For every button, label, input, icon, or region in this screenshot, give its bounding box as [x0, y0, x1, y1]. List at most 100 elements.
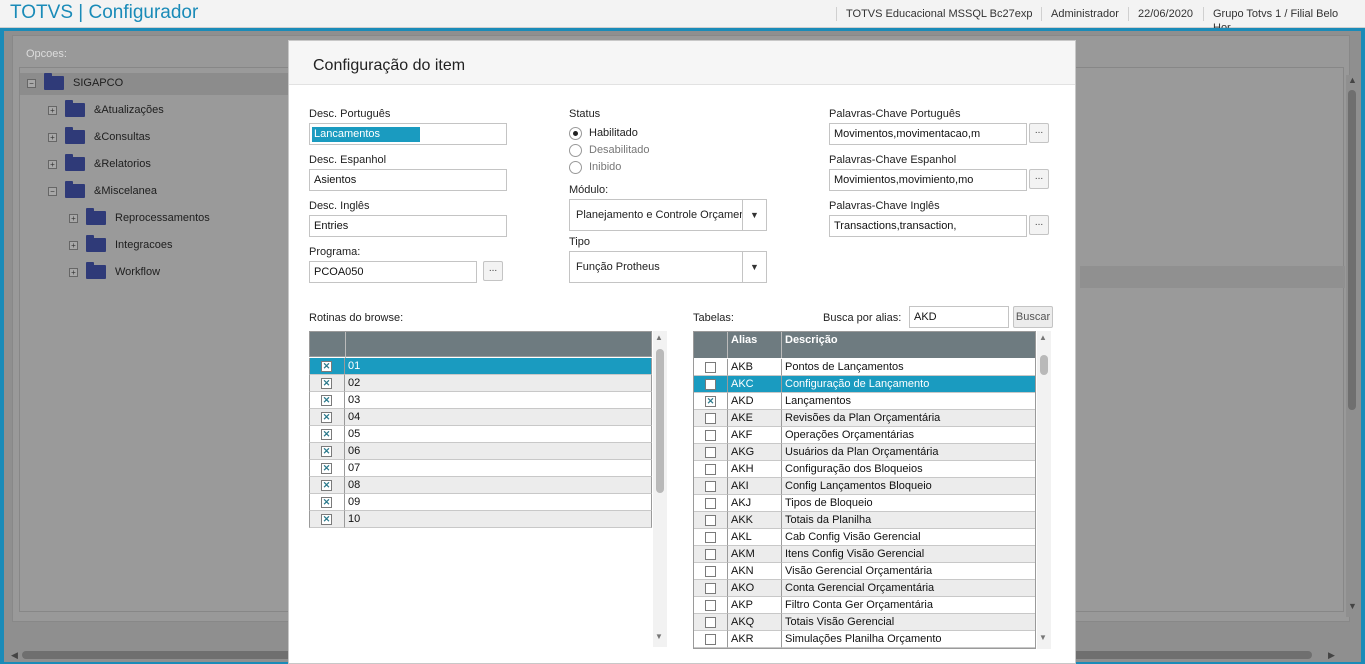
tabela-row[interactable]: AKQ Totais Visão Gerencial [694, 614, 1035, 631]
kw-es-input[interactable]: Movimientos,movimiento,mo [829, 169, 1027, 191]
kw-en-input[interactable]: Transactions,transaction, [829, 215, 1027, 237]
tabela-check-cell[interactable] [694, 495, 728, 512]
tabela-check-cell[interactable] [694, 512, 728, 529]
tabela-row[interactable]: AKF Operações Orçamentárias [694, 427, 1035, 444]
checkbox-unchecked-icon[interactable] [705, 413, 716, 424]
checkbox-checked-icon[interactable]: ✕ [321, 395, 332, 406]
rotina-check-cell[interactable]: ✕ [309, 477, 345, 494]
programa-input[interactable]: PCOA050 [309, 261, 477, 283]
tabela-row[interactable]: AKB Pontos de Lançamentos [694, 359, 1035, 376]
rotinas-scrollbar[interactable]: ▲ ▼ [653, 331, 667, 647]
alias-column-header[interactable]: Alias [728, 332, 782, 358]
rotina-check-cell[interactable]: ✕ [309, 358, 345, 375]
tabela-row[interactable]: AKG Usuários da Plan Orçamentária [694, 444, 1035, 461]
tabela-row[interactable]: ✕ AKD Lançamentos [694, 393, 1035, 410]
rotina-row[interactable]: ✕ 06 [309, 443, 652, 460]
busca-alias-input[interactable]: AKD [909, 306, 1009, 328]
tabela-check-cell[interactable] [694, 444, 728, 461]
rotina-check-cell[interactable]: ✕ [309, 460, 345, 477]
checkbox-unchecked-icon[interactable] [705, 617, 716, 628]
checkbox-unchecked-icon[interactable] [705, 447, 716, 458]
scroll-left-icon[interactable]: ◀ [11, 650, 18, 661]
kw-en-lookup-button[interactable]: ... [1029, 215, 1049, 235]
rotina-row[interactable]: ✕ 09 [309, 494, 652, 511]
checkbox-checked-icon[interactable]: ✕ [321, 378, 332, 389]
expand-icon[interactable]: + [69, 213, 78, 223]
chevron-down-icon[interactable]: ▼ [742, 252, 766, 282]
tabela-check-cell[interactable] [694, 580, 728, 597]
tabela-row[interactable]: AKJ Tipos de Bloqueio [694, 495, 1035, 512]
rotina-row[interactable]: ✕ 01 [309, 358, 652, 375]
expand-icon[interactable]: + [48, 105, 57, 115]
rotina-row[interactable]: ✕ 07 [309, 460, 652, 477]
tabela-check-cell[interactable] [694, 563, 728, 580]
tabela-row[interactable]: AKM Itens Config Visão Gerencial [694, 546, 1035, 563]
scrollbar-thumb[interactable] [1040, 355, 1048, 375]
tree-item[interactable]: + &Consultas [48, 127, 150, 146]
scrollbar-thumb[interactable] [656, 349, 664, 493]
rotina-check-cell[interactable]: ✕ [309, 443, 345, 460]
tree-item[interactable]: − &Miscelanea [48, 181, 157, 200]
tabela-check-cell[interactable] [694, 597, 728, 614]
kw-es-lookup-button[interactable]: ... [1029, 169, 1049, 189]
workspace-vertical-scrollbar[interactable]: ▲ ▼ [1346, 75, 1358, 617]
collapse-icon[interactable]: − [27, 78, 36, 88]
status-habilitado-radio[interactable]: Habilitado [569, 126, 638, 140]
tabelas-scrollbar[interactable]: ▲ ▼ [1037, 331, 1051, 649]
checkbox-unchecked-icon[interactable] [705, 600, 716, 611]
scroll-down-icon[interactable]: ▼ [1348, 601, 1357, 611]
rotina-row[interactable]: ✕ 03 [309, 392, 652, 409]
checkbox-checked-icon[interactable]: ✕ [321, 463, 332, 474]
rotina-check-cell[interactable]: ✕ [309, 375, 345, 392]
expand-icon[interactable]: + [48, 159, 57, 169]
status-desabilitado-radio[interactable]: Desabilitado [569, 143, 650, 157]
desc-en-input[interactable]: Entries [309, 215, 507, 237]
tabela-row[interactable]: AKN Visão Gerencial Orçamentária [694, 563, 1035, 580]
rotina-check-cell[interactable]: ✕ [309, 494, 345, 511]
rotina-row[interactable]: ✕ 08 [309, 477, 652, 494]
tabela-check-cell[interactable] [694, 410, 728, 427]
tabela-row[interactable]: AKO Conta Gerencial Orçamentária [694, 580, 1035, 597]
checkbox-checked-icon[interactable]: ✕ [705, 396, 716, 407]
tree-item[interactable]: + &Atualizações [48, 100, 164, 119]
rotina-check-cell[interactable]: ✕ [309, 511, 345, 528]
collapse-icon[interactable]: − [48, 186, 57, 196]
tabela-row[interactable]: AKI Config Lançamentos Bloqueio [694, 478, 1035, 495]
scrollbar-thumb[interactable] [1348, 90, 1356, 410]
tabela-row[interactable]: AKR Simulações Planilha Orçamento [694, 631, 1035, 648]
tabela-check-cell[interactable] [694, 478, 728, 495]
checkbox-unchecked-icon[interactable] [705, 379, 716, 390]
tabela-check-cell[interactable] [694, 461, 728, 478]
scroll-up-icon[interactable]: ▲ [655, 333, 663, 342]
rotina-check-cell[interactable]: ✕ [309, 426, 345, 443]
chevron-down-icon[interactable]: ▼ [742, 200, 766, 230]
expand-icon[interactable]: + [69, 267, 78, 277]
tabela-check-cell[interactable] [694, 614, 728, 631]
desc-pt-input[interactable]: Lancamentos [309, 123, 507, 145]
tabela-row[interactable]: AKL Cab Config Visão Gerencial [694, 529, 1035, 546]
tree-item[interactable]: + Integracoes [69, 235, 172, 254]
checkbox-unchecked-icon[interactable] [705, 566, 716, 577]
checkbox-checked-icon[interactable]: ✕ [321, 429, 332, 440]
checkbox-checked-icon[interactable]: ✕ [321, 480, 332, 491]
tabela-row[interactable]: AKK Totais da Planilha [694, 512, 1035, 529]
tabela-row[interactable]: AKH Configuração dos Bloqueios [694, 461, 1035, 478]
tabela-row[interactable]: AKC Configuração de Lançamento [694, 376, 1035, 393]
checkbox-checked-icon[interactable]: ✕ [321, 412, 332, 423]
rotina-row[interactable]: ✕ 04 [309, 409, 652, 426]
tabela-check-cell[interactable] [694, 376, 728, 393]
tabela-check-cell[interactable] [694, 529, 728, 546]
buscar-button[interactable]: Buscar [1013, 306, 1053, 328]
checkbox-unchecked-icon[interactable] [705, 481, 716, 492]
rotina-check-cell[interactable]: ✕ [309, 409, 345, 426]
tabela-check-cell[interactable] [694, 546, 728, 563]
tree-item[interactable]: + &Relatorios [48, 154, 151, 173]
checkbox-unchecked-icon[interactable] [705, 583, 716, 594]
tree-item[interactable]: + Workflow [69, 262, 160, 281]
status-inibido-radio[interactable]: Inibido [569, 160, 621, 174]
expand-icon[interactable]: + [48, 132, 57, 142]
expand-icon[interactable]: + [69, 240, 78, 250]
descricao-column-header[interactable]: Descrição [782, 332, 1035, 358]
scroll-right-icon[interactable]: ▶ [1328, 650, 1335, 661]
rotina-row[interactable]: ✕ 02 [309, 375, 652, 392]
